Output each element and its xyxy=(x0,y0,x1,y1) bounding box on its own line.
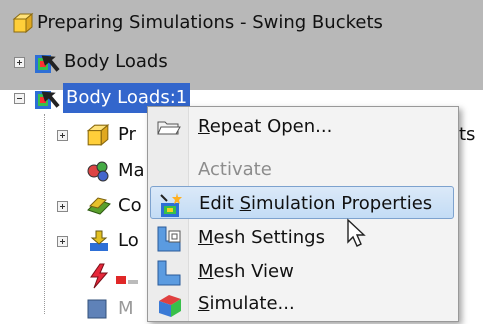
expand-toggle[interactable] xyxy=(14,57,25,68)
menu-item-label-pre: Edit xyxy=(199,193,240,214)
menu-item-label: Repeat Open... xyxy=(198,110,332,143)
menu-item-label-rest: esh View xyxy=(213,261,294,282)
constraints-icon xyxy=(86,194,112,222)
mouse-cursor-icon xyxy=(347,218,366,247)
material-icon xyxy=(86,159,112,187)
expand-toggle[interactable] xyxy=(57,201,68,212)
menu-item-activate[interactable]: Activate xyxy=(150,153,454,186)
mnemonic-char: S xyxy=(239,193,252,214)
tree-child-label: Co xyxy=(118,195,142,216)
body-loads-icon xyxy=(34,85,60,115)
edit-properties-icon xyxy=(157,191,183,217)
expand-toggle[interactable] xyxy=(57,236,68,247)
menu-item-label-rest: imulation Properties xyxy=(251,193,433,214)
menu-item-mesh-view[interactable]: Mesh View xyxy=(150,255,454,288)
simulate-icon xyxy=(156,291,182,317)
mnemonic-char: R xyxy=(198,116,210,137)
tree-item-label: Body Loads xyxy=(64,51,168,72)
menu-item-label-rest: esh Settings xyxy=(213,227,325,248)
red-marker-icon xyxy=(116,271,138,290)
collapse-toggle[interactable] xyxy=(14,93,25,104)
mesh-view-icon xyxy=(156,259,182,286)
menu-item-label-rest: imulate... xyxy=(209,293,295,314)
tree-child-label: Ma xyxy=(118,160,145,181)
body-loads-icon xyxy=(34,49,60,79)
tree-child-label: Pr xyxy=(118,124,136,145)
open-folder-icon xyxy=(156,114,182,140)
menu-item-label: Edit Simulation Properties xyxy=(199,187,432,220)
menu-item-label: Simulate... xyxy=(198,287,295,320)
menu-item-simulate[interactable]: Simulate... xyxy=(150,287,454,320)
mesh-settings-icon xyxy=(156,225,182,252)
loads-icon xyxy=(86,229,112,257)
menu-item-label: Activate xyxy=(198,159,272,180)
mesh-icon xyxy=(86,298,108,324)
mnemonic-char: M xyxy=(198,227,214,248)
menu-item-edit-simulation-properties[interactable]: Edit Simulation Properties xyxy=(150,186,454,219)
menu-item-label: Mesh Settings xyxy=(198,221,325,254)
tree-child-tail: ts xyxy=(459,124,476,145)
mnemonic-char: M xyxy=(198,261,214,282)
tree-child-label: Lo xyxy=(118,230,139,251)
tree-root-label: Preparing Simulations - Swing Buckets xyxy=(37,12,383,33)
results-lightning-icon xyxy=(86,263,112,293)
part-cube-icon xyxy=(12,12,34,38)
menu-item-mesh-settings[interactable]: Mesh Settings xyxy=(150,221,454,254)
tree-root-row[interactable]: Preparing Simulations - Swing Buckets xyxy=(0,8,483,38)
context-menu: Repeat Open... Activate Edit Simulation … xyxy=(147,106,459,322)
tree-item-body-loads[interactable]: Body Loads xyxy=(0,47,483,77)
menu-item-label-rest: epeat Open... xyxy=(209,116,333,137)
menu-item-label: Mesh View xyxy=(198,255,294,288)
menu-item-repeat-open[interactable]: Repeat Open... xyxy=(150,110,454,143)
expand-toggle[interactable] xyxy=(57,130,68,141)
tree-child-label: M xyxy=(118,298,134,319)
mnemonic-char: S xyxy=(198,293,210,314)
part-cube-icon xyxy=(86,123,110,151)
